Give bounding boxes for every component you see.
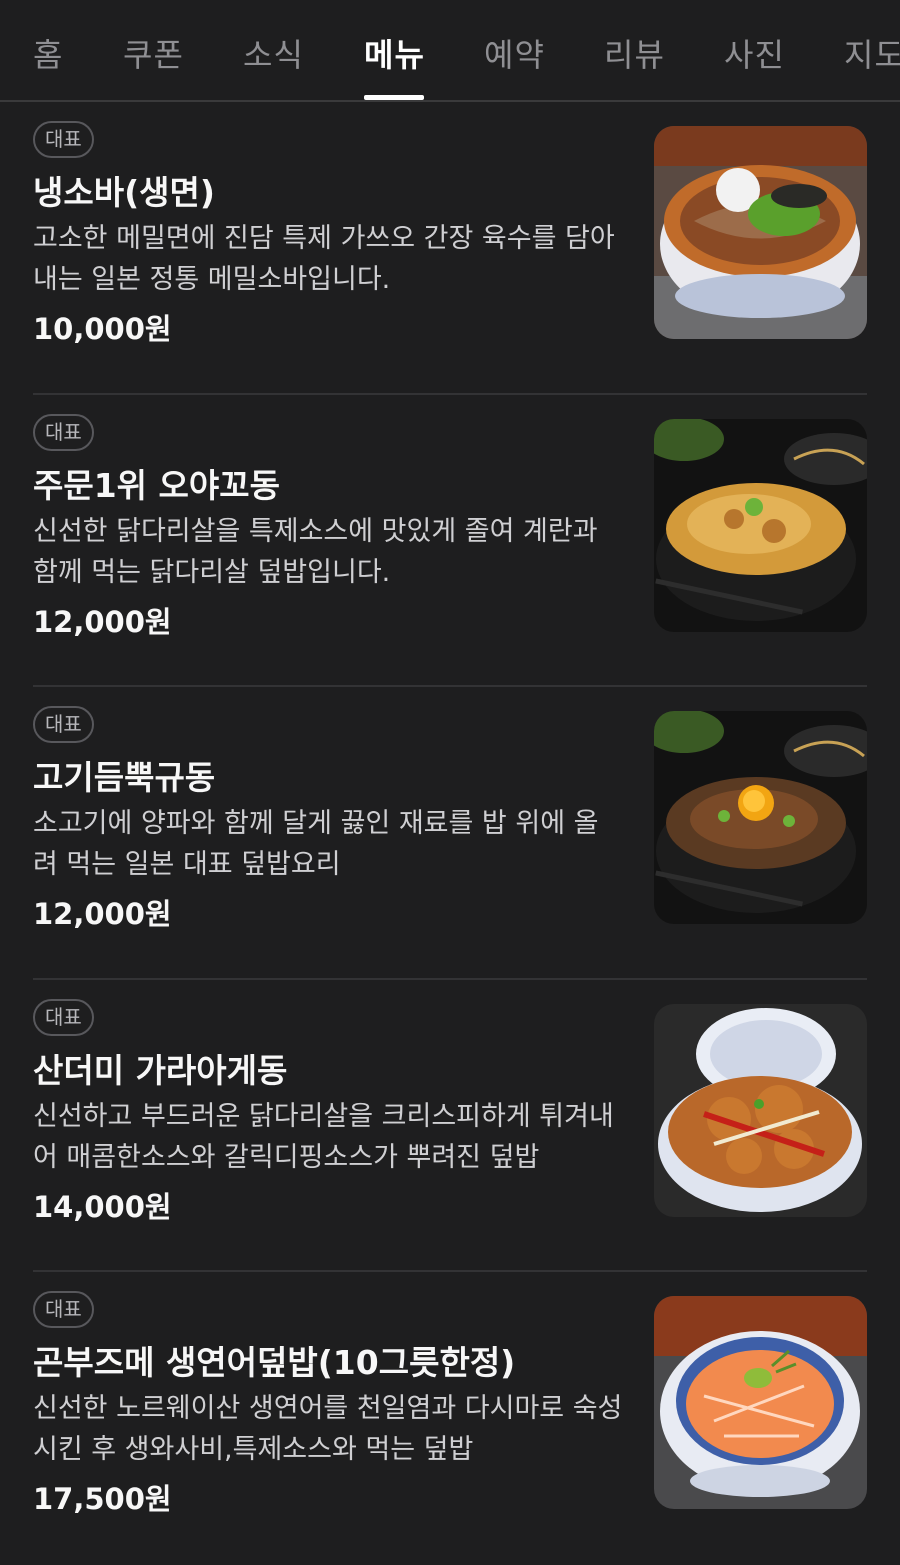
menu-item-price: 12,000원: [33, 604, 172, 639]
gyudon-bowl-photo: [654, 711, 867, 924]
karaage-bowl-photo: [654, 1003, 867, 1217]
soba-bowl-photo: [654, 126, 867, 339]
menu-item-name: 주문1위 오야꼬동: [33, 465, 280, 505]
signature-badge: 대표: [33, 998, 94, 1036]
signature-badge: 대표: [33, 706, 94, 743]
menu-item-description: 고소한 메밀면에 진담 특제 가쓰오 간장 육수를 담아내는 일본 정통 메밀소…: [33, 223, 615, 295]
tab-review[interactable]: 리뷰: [604, 30, 665, 76]
tab-home[interactable]: 홈: [33, 30, 63, 76]
signature-badge: 대표: [33, 413, 94, 451]
menu-item[interactable]: 대표 산더미 가라아게동 신선하고 부드러운 닭다리살을 크리스피하게 튀겨내어…: [33, 980, 867, 1272]
menu-list: 대표 냉소바(생면) 고소한 메밀면에 진담 특제 가쓰오 간장 육수를 담아내…: [0, 102, 900, 1565]
menu-item-price: 14,000원: [33, 1189, 172, 1224]
menu-item-description: 신선하고 부드러운 닭다리살을 크리스피하게 튀겨내어 매콤한소스와 갈릭디핑소…: [33, 1100, 614, 1173]
menu-item-name: 곤부즈메 생연어덮밥(10그릇한정): [33, 1343, 516, 1382]
tab-bar: 홈 쿠폰 소식 메뉴 예약 리뷰 사진 지도: [0, 0, 900, 102]
menu-item-price: 10,000원: [33, 312, 172, 346]
menu-item[interactable]: 대표 냉소바(생면) 고소한 메밀면에 진담 특제 가쓰오 간장 육수를 담아내…: [33, 102, 867, 395]
tab-menu[interactable]: 메뉴: [364, 30, 425, 76]
menu-item-price: 12,000원: [33, 897, 172, 931]
signature-badge: 대표: [33, 1291, 94, 1328]
tab-reservation[interactable]: 예약: [484, 30, 545, 76]
menu-item-price: 17,500원: [33, 1482, 172, 1516]
salmon-bowl-photo: [654, 1296, 867, 1509]
tab-news[interactable]: 소식: [243, 30, 304, 76]
menu-item-name: 산더미 가라아게동: [33, 1050, 288, 1090]
menu-item-name: 고기듬뿍규동: [33, 758, 216, 797]
menu-item[interactable]: 대표 곤부즈메 생연어덮밥(10그릇한정) 신선한 노르웨이산 생연어를 천일염…: [33, 1272, 867, 1565]
menu-item[interactable]: 대표 주문1위 오야꼬동 신선한 닭다리살을 특제소스에 맛있게 졸여 계란과 …: [33, 395, 867, 687]
tab-coupon[interactable]: 쿠폰: [123, 30, 184, 76]
tab-map[interactable]: 지도: [844, 30, 900, 76]
menu-item[interactable]: 대표 고기듬뿍규동 소고기에 양파와 함께 달게 끓인 재료를 밥 위에 올려 …: [33, 687, 867, 980]
menu-item-description: 신선한 노르웨이산 생연어를 천일염과 다시마로 숙성시킨 후 생와사비,특제소…: [33, 1393, 623, 1465]
menu-item-name: 냉소바(생면): [33, 173, 215, 212]
menu-item-description: 소고기에 양파와 함께 달게 끓인 재료를 밥 위에 올려 먹는 일본 대표 덮…: [33, 808, 599, 880]
tab-photos[interactable]: 사진: [724, 30, 785, 76]
menu-item-description: 신선한 닭다리살을 특제소스에 맛있게 졸여 계란과 함께 먹는 닭다리살 덮밥…: [33, 515, 598, 588]
active-tab-indicator: [364, 95, 424, 100]
signature-badge: 대표: [33, 121, 94, 158]
oyakodon-bowl-photo: [654, 418, 867, 632]
